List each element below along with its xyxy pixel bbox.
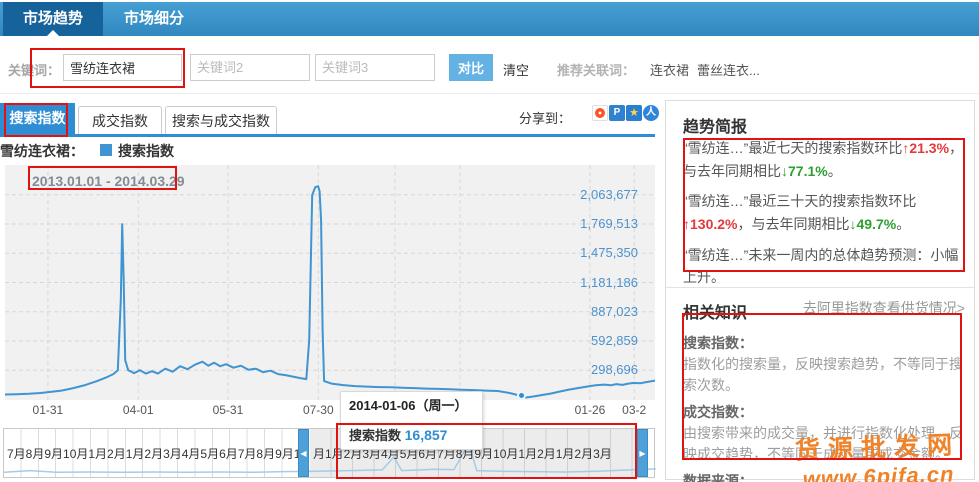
- active-tab-notch: [46, 30, 60, 37]
- x-tick-label: 01-31: [26, 403, 70, 417]
- x-tick-label: 01-26: [568, 403, 612, 417]
- brush-left-handle[interactable]: ◀: [298, 429, 309, 477]
- up-arrow-icon: ↑: [683, 216, 690, 232]
- keyword-bar: 关键词： 对比 清空 推荐关联词： 连衣裙 蕾丝连衣...: [0, 44, 979, 92]
- recommend-link-2[interactable]: 蕾丝连衣...: [697, 60, 760, 79]
- y-tick-label: 298,696: [558, 362, 638, 377]
- chart-tooltip: 2014-01-06（周一） 搜索指数 16,857: [340, 391, 483, 450]
- x-tick-label: 04-01: [116, 403, 160, 417]
- market-index-page: 市场趋势 市场细分 关键词： 对比 清空 推荐关联词： 连衣裙 蕾丝连衣... …: [0, 0, 979, 482]
- qzone-star-icon[interactable]: ★: [626, 105, 642, 121]
- y-tick-label: 1,769,513: [558, 216, 638, 231]
- knowledge-term: 成交指数：: [683, 402, 965, 423]
- y-tick-label: 1,475,350: [558, 245, 638, 260]
- keyword-label: 关键词：: [8, 60, 60, 79]
- knowledge-title: 相关知识: [683, 299, 747, 323]
- marked-data-point[interactable]: [517, 391, 526, 400]
- compare-button[interactable]: 对比: [449, 54, 493, 81]
- legend-keyword: 雪纺连衣裙：: [0, 141, 84, 161]
- knowledge-desc: 由搜索带来的成交量，并进行指数化处理。反映成交趋势，不等同于成交量或成交金额。: [683, 423, 965, 465]
- knowledge-desc: 指数化的搜索量，反映搜索趋势，不等同于搜索次数。: [683, 354, 965, 396]
- top-nav-bar: 市场趋势 市场细分: [0, 2, 979, 36]
- tab-market-segment[interactable]: 市场细分: [108, 2, 200, 36]
- x-tick-label: 05-31: [206, 403, 250, 417]
- trend-chart[interactable]: 2013.01.01 - 2014.03.29 2,063,677 1,769,5…: [5, 165, 655, 400]
- tab-underline: [0, 134, 655, 137]
- knowledge-term: 搜索指数：: [683, 333, 965, 354]
- index-tabs: 搜索指数 成交指数 搜索与成交指数 分享到： P ★ 人: [0, 100, 660, 134]
- down-arrow-icon: ↓: [781, 163, 788, 179]
- time-range-brush[interactable]: 7月8月9月10月1月2月1月2月3月4月5月6月7月8月9月10月1月 月1月…: [3, 428, 655, 478]
- y-tick-label: 887,023: [558, 304, 638, 319]
- tooltip-date: 2014-01-06（周一）: [349, 395, 474, 414]
- weibo-eye-icon: [595, 108, 605, 118]
- x-tick-label: 07-30: [296, 403, 340, 417]
- tab-search-index[interactable]: 搜索指数: [0, 103, 75, 134]
- keyword-input-1[interactable]: [63, 54, 182, 81]
- legend-color-swatch: [100, 144, 112, 156]
- keyword-input-2[interactable]: [190, 54, 310, 81]
- trend-brief-title: 趋势简报: [683, 113, 747, 137]
- recommend-link-1[interactable]: 连衣裙: [650, 60, 689, 79]
- legend-series-label: 搜索指数: [118, 141, 174, 161]
- divider: [0, 93, 979, 94]
- chart-date-range: 2013.01.01 - 2014.03.29: [32, 173, 185, 189]
- x-axis-labels: 01-3104-0105-3107-3009-2811-2701-2603-2: [5, 403, 655, 419]
- y-tick-label: 592,859: [558, 333, 638, 348]
- clear-button[interactable]: 清空: [503, 60, 529, 79]
- tab-search-deal-index[interactable]: 搜索与成交指数: [165, 106, 277, 134]
- trend-brief-body: “雪纺连…”最近七天的搜索指数环比↑21.3%，与去年同期相比↓77.1%。 “…: [683, 137, 965, 320]
- y-tick-label: 1,181,186: [558, 275, 638, 290]
- x-tick-label: 03-2: [612, 403, 656, 417]
- tooltip-value: 搜索指数 16,857: [349, 425, 474, 444]
- knowledge-body: 搜索指数： 指数化的搜索量，反映搜索趋势，不等同于搜索次数。 成交指数： 由搜索…: [683, 333, 965, 482]
- trend-item-2: “雪纺连…”最近三十天的搜索指数环比↑130.2%，与去年同期相比↓49.7%。: [683, 190, 965, 235]
- right-panel: 趋势简报 “雪纺连…”最近七天的搜索指数环比↑21.3%，与去年同期相比↓77.…: [665, 100, 975, 480]
- renren-share-icon[interactable]: 人: [643, 105, 659, 121]
- weibo-share-icon[interactable]: [592, 105, 608, 121]
- brush-right-handle[interactable]: ▶: [637, 429, 648, 477]
- trend-item-1: “雪纺连…”最近七天的搜索指数环比↑21.3%，与去年同期相比↓77.1%。: [683, 137, 965, 182]
- brush-months-left: 7月8月9月10月1月2月1月2月3月4月5月6月7月8月9月10月1月: [7, 445, 299, 462]
- tab-deal-index[interactable]: 成交指数: [78, 106, 162, 134]
- panel-divider: [666, 287, 974, 288]
- trend-item-3: “雪纺连…”未来一周内的总体趋势预测：小幅上升。: [683, 244, 965, 289]
- share-label: 分享到：: [519, 108, 571, 127]
- y-tick-label: 2,063,677: [558, 187, 638, 202]
- pengyou-share-icon[interactable]: P: [609, 105, 625, 121]
- keyword-input-3[interactable]: [315, 54, 435, 81]
- recommend-label: 推荐关联词：: [557, 60, 635, 79]
- knowledge-term: 数据来源：: [683, 471, 965, 482]
